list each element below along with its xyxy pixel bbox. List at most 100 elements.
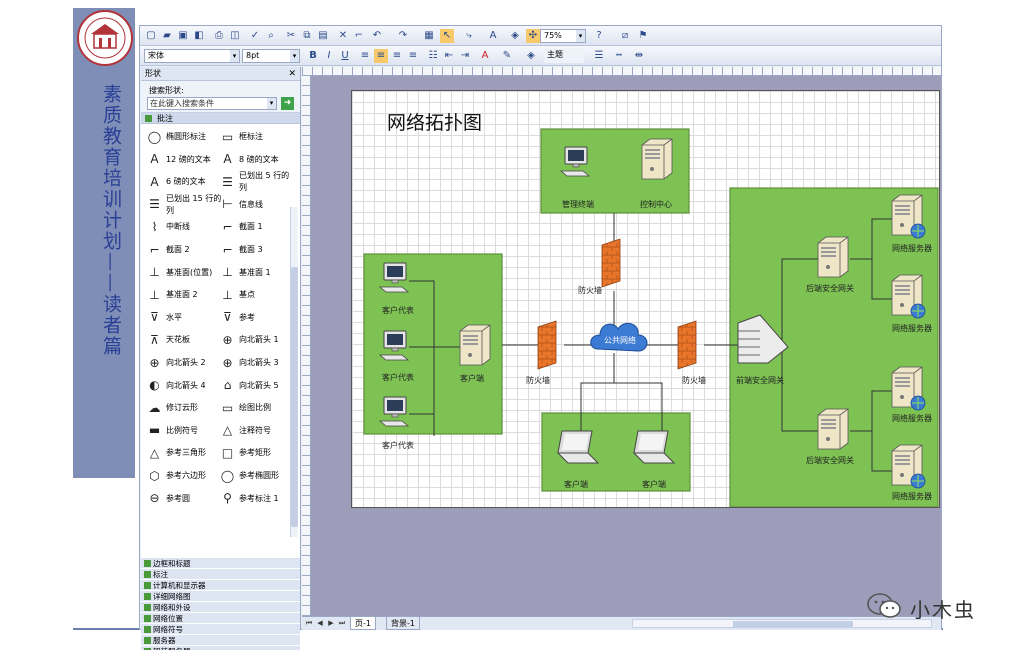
- stencil-shape-item[interactable]: ◐ 向北箭头 4: [147, 375, 222, 397]
- help-icon[interactable]: ?: [592, 29, 606, 43]
- stamp-tool-icon[interactable]: ◈: [508, 29, 522, 43]
- stencil-shape-item[interactable]: ⚲ 参考标注 1: [220, 488, 295, 510]
- font-name-select[interactable]: 宋体 ▾: [144, 49, 240, 63]
- last-page-icon[interactable]: ⏭: [337, 618, 347, 629]
- stencil-shape-item[interactable]: ⬡ 参考六边形: [147, 465, 222, 487]
- spelling-icon[interactable]: ✓: [248, 29, 262, 43]
- stencil-shape-item[interactable]: ⊢ 信息线: [220, 194, 295, 216]
- stencil-shape-item[interactable]: ☁ 修订云形: [147, 397, 222, 419]
- stencil-shape-item[interactable]: △ 注释符号: [220, 420, 295, 442]
- align-center-icon[interactable]: ≡: [374, 49, 388, 63]
- text-tool-icon[interactable]: A: [486, 29, 500, 43]
- stencil-shape-item[interactable]: A 12 磅的文本: [147, 149, 222, 171]
- delete-icon[interactable]: ✕: [336, 29, 350, 43]
- stencil-category[interactable]: 详细网络图: [141, 591, 300, 602]
- search-input[interactable]: 在此键入搜索条件: [147, 97, 277, 110]
- scrollbar-thumb[interactable]: [733, 621, 853, 627]
- stencil-shape-item[interactable]: ▭ 绘图比例: [220, 397, 295, 419]
- decrease-indent-icon[interactable]: ⇤: [442, 49, 456, 63]
- stencil-shape-item[interactable]: ⊽ 水平: [147, 307, 222, 329]
- open-icon[interactable]: ▰: [160, 29, 174, 43]
- close-icon[interactable]: ✕: [288, 67, 296, 81]
- stencil-shape-item[interactable]: ⊽ 参考: [220, 307, 295, 329]
- search-go-icon[interactable]: ➜: [281, 97, 294, 110]
- undo-icon[interactable]: ↶: [370, 29, 384, 43]
- paste-icon[interactable]: ▤: [316, 29, 330, 43]
- drawing-page[interactable]: 网络拓扑图 管理终端 控制中心 防火墙 防火墙 防火墙 公共网络 客户代表 客户…: [351, 90, 940, 508]
- stencil-shape-item[interactable]: ◯ 椭圆形标注: [147, 126, 222, 148]
- stencil-shape-item[interactable]: A 6 磅的文本: [147, 171, 222, 193]
- stencil-category[interactable]: 计算机和显示器: [141, 580, 300, 591]
- new-icon[interactable]: ▢: [144, 29, 158, 43]
- stencil-category[interactable]: 网络位置: [141, 613, 300, 624]
- tab-page-1[interactable]: 页-1: [350, 617, 376, 630]
- stencil-shape-item[interactable]: ⊥ 基点: [220, 284, 295, 306]
- font-color-icon[interactable]: A: [478, 49, 492, 63]
- stencil-shape-item[interactable]: ⌐ 截面 3: [220, 239, 295, 261]
- format-painter-icon[interactable]: ⌐: [352, 29, 366, 43]
- stencil-shape-item[interactable]: ⊼ 天花板: [147, 329, 222, 351]
- connector-tool-icon[interactable]: ⤷: [462, 29, 476, 43]
- next-page-icon[interactable]: ▶: [326, 618, 336, 629]
- shapes-scrollbar[interactable]: [290, 207, 298, 537]
- scrollbar-thumb[interactable]: [291, 267, 298, 527]
- align-left-icon[interactable]: ≡: [358, 49, 372, 63]
- stencil-category[interactable]: 标注: [141, 569, 300, 580]
- align-right-icon[interactable]: ≡: [390, 49, 404, 63]
- cut-icon[interactable]: ✂: [284, 29, 298, 43]
- zoom-select[interactable]: 75% ▾: [540, 29, 586, 43]
- copy-icon[interactable]: ⧉: [300, 29, 314, 43]
- stencil-shape-item[interactable]: ☰ 已划出 5 行的列: [220, 171, 295, 193]
- stencil-shape-item[interactable]: ⌂ 向北箭头 5: [220, 375, 295, 397]
- prev-page-icon[interactable]: ◀: [315, 618, 325, 629]
- increase-indent-icon[interactable]: ⇥: [458, 49, 472, 63]
- stencil-shape-item[interactable]: A 8 磅的文本: [220, 149, 295, 171]
- save-icon[interactable]: ▣: [176, 29, 190, 43]
- stencil-shape-item[interactable]: ⊖ 参考圆: [147, 488, 222, 510]
- stencil-shape-item[interactable]: ⊕ 向北箭头 3: [220, 352, 295, 374]
- stencil-shape-item[interactable]: ⌐ 截面 2: [147, 239, 222, 261]
- permission-icon[interactable]: ◧: [192, 29, 206, 43]
- stencil-shape-item[interactable]: ⌇ 中断线: [147, 216, 222, 238]
- stencil-category[interactable]: 网络和外设: [141, 602, 300, 613]
- stencil-shape-item[interactable]: ▭ 框标注: [220, 126, 295, 148]
- underline-icon[interactable]: U: [338, 49, 352, 63]
- stencil-category[interactable]: 边框和标题: [141, 558, 300, 569]
- connection-point-icon[interactable]: ✣: [526, 29, 540, 43]
- stencil-shape-item[interactable]: ◯ 参考椭圆形: [220, 465, 295, 487]
- chevron-down-icon[interactable]: ▾: [267, 98, 276, 109]
- chevron-down-icon[interactable]: ▾: [290, 50, 299, 62]
- chevron-down-icon[interactable]: ▾: [576, 30, 585, 42]
- shapes-window-icon[interactable]: ▦: [422, 29, 436, 43]
- stencil-shape-item[interactable]: ⊕ 向北箭头 1: [220, 329, 295, 351]
- line-ends-icon[interactable]: ⇹: [632, 49, 646, 63]
- bullets-icon[interactable]: ☷: [426, 49, 440, 63]
- stencil-shape-item[interactable]: ⊥ 基准面(位置): [147, 262, 222, 284]
- stencil-shape-item[interactable]: ⊕ 向北箭头 2: [147, 352, 222, 374]
- line-pattern-icon[interactable]: ┅: [612, 49, 626, 63]
- stencil-shape-item[interactable]: ⌐ 截面 1: [220, 216, 295, 238]
- font-size-select[interactable]: 8pt ▾: [242, 49, 300, 63]
- print-icon[interactable]: ⎙: [212, 29, 226, 43]
- stencil-icon[interactable]: ⚑: [636, 29, 650, 43]
- bold-icon[interactable]: B: [306, 49, 320, 63]
- document-icon[interactable]: ⧄: [618, 29, 632, 43]
- redo-icon[interactable]: ↷: [396, 29, 410, 43]
- tab-background-1[interactable]: 背景-1: [386, 617, 420, 630]
- line-weight-icon[interactable]: ☰: [592, 49, 606, 63]
- stencil-category[interactable]: 网络符号: [141, 624, 300, 635]
- theme-button[interactable]: 主题: [544, 49, 584, 63]
- stencil-shape-item[interactable]: ▬ 比例符号: [147, 420, 222, 442]
- first-page-icon[interactable]: ⏮: [304, 618, 314, 629]
- stencil-shape-item[interactable]: ⊥ 基准面 1: [220, 262, 295, 284]
- stencil-category[interactable]: 架装服务器: [141, 646, 300, 650]
- stencil-shape-item[interactable]: △ 参考三角形: [147, 442, 222, 464]
- pointer-tool-icon[interactable]: ↖: [440, 29, 454, 43]
- justify-icon[interactable]: ≡: [406, 49, 420, 63]
- stencil-shape-item[interactable]: □ 参考矩形: [220, 442, 295, 464]
- italic-icon[interactable]: I: [322, 49, 336, 63]
- stencil-shape-item[interactable]: ☰ 已划出 15 行的列: [147, 194, 222, 216]
- stencil-header[interactable]: 批注: [141, 113, 300, 124]
- fill-color-icon[interactable]: ◈: [524, 49, 538, 63]
- stencil-shape-item[interactable]: ⊥ 基准面 2: [147, 284, 222, 306]
